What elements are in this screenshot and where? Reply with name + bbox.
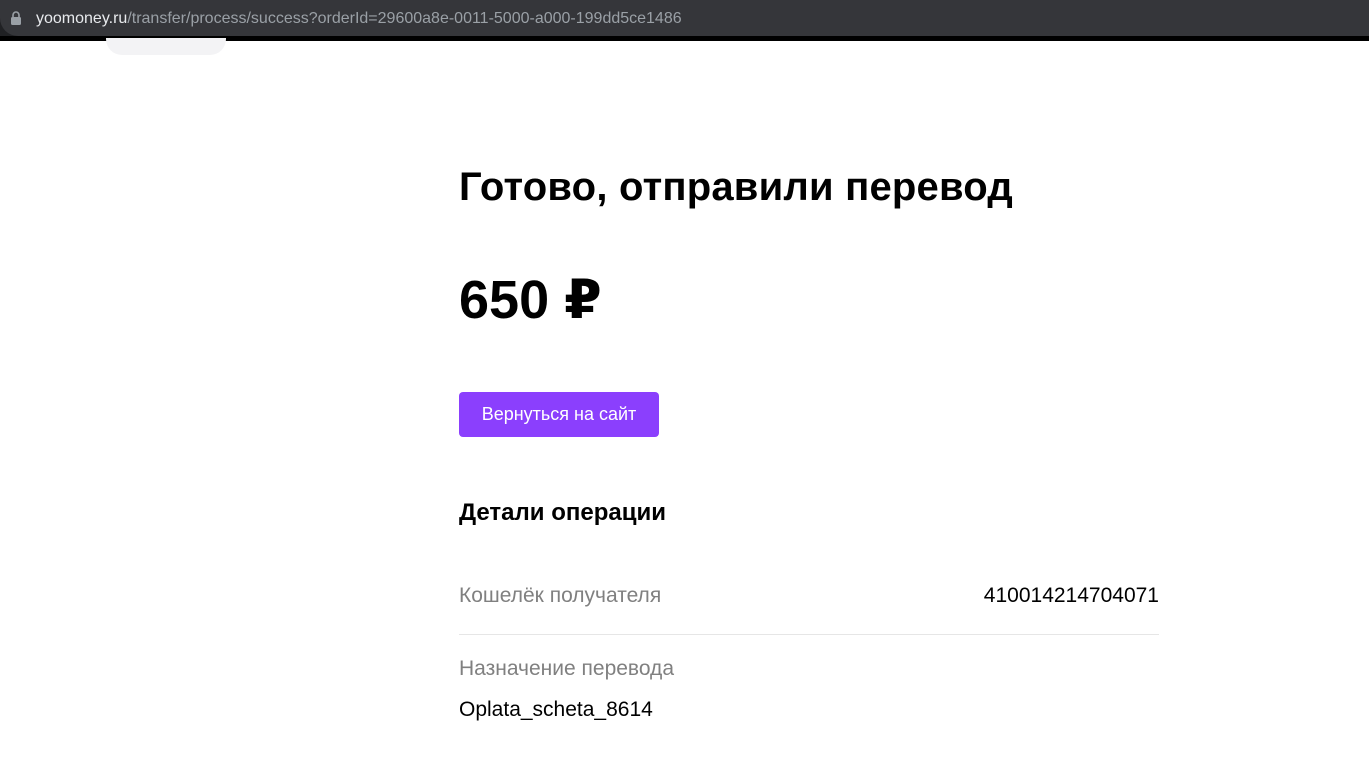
transfer-purpose-value: Oplata_scheta_8614 [459, 698, 653, 721]
header-pill [106, 38, 226, 55]
lock-icon[interactable] [10, 11, 22, 25]
transfer-amount: 650 ₽ [459, 270, 602, 330]
details-divider [459, 634, 1159, 635]
url-text[interactable]: yoomoney.ru/transfer/process/success?ord… [36, 9, 682, 29]
url-host: yoomoney.ru [36, 10, 128, 27]
return-to-site-button[interactable]: Вернуться на сайт [459, 392, 659, 437]
recipient-wallet-value: 410014214704071 [983, 584, 1159, 607]
transfer-purpose-label: Назначение перевода [459, 657, 674, 680]
url-path: /transfer/process/success?orderId=29600a… [127, 10, 682, 27]
page-title: Готово, отправили перевод [459, 165, 1013, 209]
recipient-wallet-label: Кошелёк получателя [459, 584, 662, 607]
details-heading: Детали операции [459, 499, 666, 526]
address-field[interactable]: yoomoney.ru/transfer/process/success?ord… [0, 0, 1369, 36]
browser-address-bar: yoomoney.ru/transfer/process/success?ord… [0, 0, 1369, 40]
